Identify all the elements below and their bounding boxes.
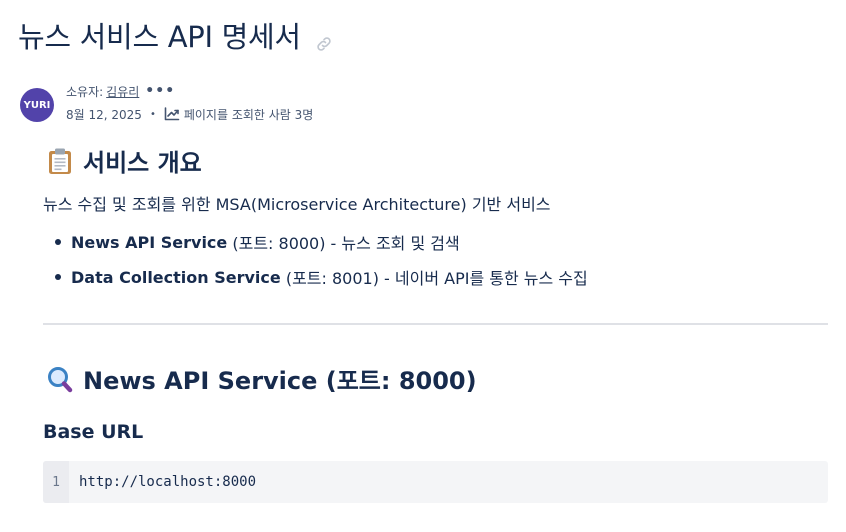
byline-text: 소유자: 김유리 ••• 8월 12, 2025 • 페이지를 조회한 사람 3…	[66, 82, 313, 124]
meta-row: 8월 12, 2025 • 페이지를 조회한 사람 3명	[66, 104, 313, 124]
service-list: News API Service (포트: 8000) - 뉴스 조회 및 검색…	[43, 230, 588, 300]
avatar[interactable]: YURI	[20, 88, 54, 122]
page-title: 뉴스 서비스 API 명세서	[18, 14, 333, 56]
news-api-heading: News API Service (포트: 8000)	[47, 361, 477, 396]
more-icon[interactable]: •••	[145, 84, 175, 98]
page-views-link[interactable]: 페이지를 조회한 사람 3명	[184, 106, 313, 123]
bullet-dot	[55, 274, 61, 280]
page-title-text: 뉴스 서비스 API 명세서	[18, 20, 301, 54]
owner-label: 소유자:	[66, 84, 104, 99]
avatar-initials: YURI	[23, 99, 51, 111]
clipboard-icon	[47, 147, 73, 175]
overview-heading-text: 서비스 개요	[83, 149, 202, 177]
magnifying-glass-icon	[47, 365, 73, 393]
page-date: 8월 12, 2025	[66, 107, 142, 122]
service-name: Data Collection Service	[71, 267, 281, 287]
overview-description: 뉴스 수집 및 조회를 위한 MSA(Microservice Architec…	[43, 195, 551, 214]
base-url-heading: Base URL	[43, 421, 144, 443]
list-item: News API Service (포트: 8000) - 뉴스 조회 및 검색	[43, 230, 588, 254]
bullet-dot	[55, 239, 61, 245]
news-api-heading-text: News API Service (포트: 8000)	[83, 367, 477, 395]
code-block[interactable]: 1 http://localhost:8000	[43, 461, 828, 503]
overview-heading: 서비스 개요	[47, 143, 202, 178]
byline: YURI 소유자: 김유리 ••• 8월 12, 2025 • 페이지를 조회한…	[20, 82, 313, 124]
chart-line-icon	[164, 107, 180, 121]
service-detail: (포트: 8000) - 뉴스 조회 및 검색	[227, 234, 460, 253]
list-item: Data Collection Service (포트: 8001) - 네이버…	[43, 265, 588, 289]
horizontal-divider	[43, 323, 828, 325]
confluence-page: 뉴스 서비스 API 명세서 YURI 소유자: 김유리 ••• 8월 12, …	[0, 0, 846, 532]
service-name: News API Service	[71, 232, 228, 252]
service-detail: (포트: 8001) - 네이버 API를 통한 뉴스 수집	[280, 269, 588, 288]
owner-name-link[interactable]: 김유리	[106, 83, 139, 100]
meta-separator: •	[149, 108, 156, 120]
link-icon[interactable]	[315, 26, 333, 51]
owner-row: 소유자: 김유리 •••	[66, 82, 313, 100]
code-content[interactable]: http://localhost:8000	[79, 474, 256, 490]
code-line-number: 1	[43, 461, 69, 503]
